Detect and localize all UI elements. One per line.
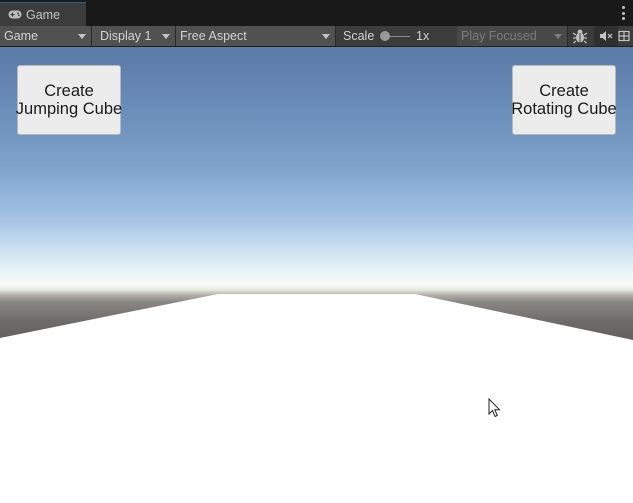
button-label-line1: Create xyxy=(44,82,94,100)
button-label-line2: Jumping Cube xyxy=(15,100,123,118)
scale-control: Scale 1x xyxy=(336,26,457,46)
scale-slider-handle[interactable] xyxy=(380,31,390,41)
play-mode-label: Play Focused xyxy=(461,29,537,43)
game-toolbar: Game Display 1 Free Aspect Scale 1x Play… xyxy=(0,26,633,47)
tab-title: Game xyxy=(26,7,61,22)
bug-icon[interactable] xyxy=(568,26,592,46)
gamepad-icon xyxy=(8,10,22,20)
chevron-down-icon xyxy=(322,34,330,39)
tab-bar: Game xyxy=(0,0,633,26)
game-viewport[interactable]: Create Jumping Cube Create Rotating Cube xyxy=(0,47,633,503)
mute-audio-icon[interactable] xyxy=(594,26,618,46)
more-options-icon[interactable] xyxy=(621,6,625,20)
scale-label: Scale xyxy=(343,29,375,43)
chevron-down-icon xyxy=(162,34,170,39)
mouse-pointer-icon xyxy=(488,398,501,418)
create-rotating-cube-button[interactable]: Create Rotating Cube xyxy=(511,65,617,135)
chevron-down-icon xyxy=(554,34,562,39)
play-mode-dropdown[interactable]: Play Focused xyxy=(457,26,568,46)
aspect-dropdown-label: Free Aspect xyxy=(180,29,247,43)
button-label-line2: Rotating Cube xyxy=(511,100,617,118)
view-dropdown[interactable]: Game xyxy=(0,26,92,46)
display-dropdown-label: Display 1 xyxy=(100,29,152,43)
view-dropdown-label: Game xyxy=(4,29,39,43)
display-dropdown[interactable]: Display 1 xyxy=(92,26,176,46)
grid-icon[interactable] xyxy=(618,26,633,46)
aspect-dropdown[interactable]: Free Aspect xyxy=(176,26,336,46)
scale-value: 1x xyxy=(416,29,430,43)
button-label-line1: Create xyxy=(539,82,589,100)
create-jumping-cube-button[interactable]: Create Jumping Cube xyxy=(15,65,123,135)
chevron-down-icon xyxy=(78,34,86,39)
tab-game[interactable]: Game xyxy=(0,2,86,26)
